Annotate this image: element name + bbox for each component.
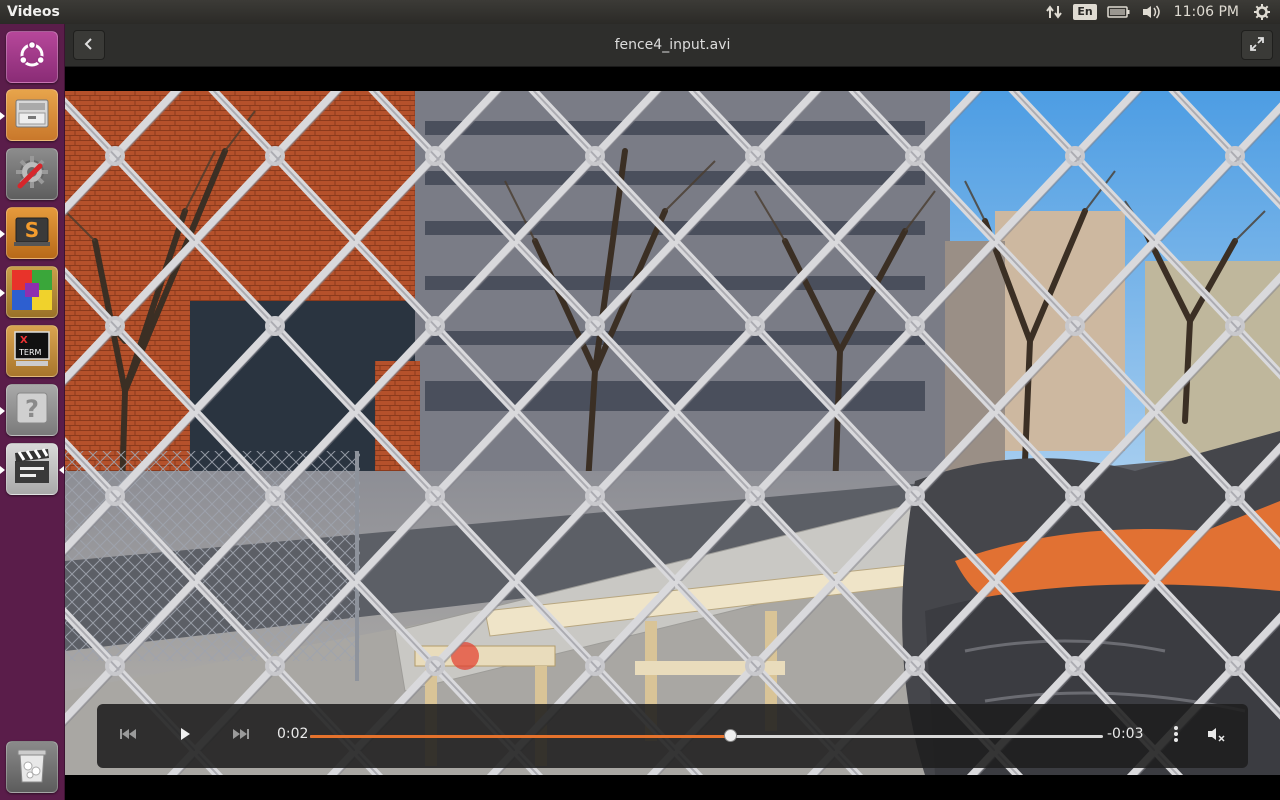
seek-bar-progress	[310, 735, 731, 738]
clapperboard-icon	[12, 447, 52, 491]
settings-wrench-icon	[12, 152, 52, 196]
trash-icon	[15, 746, 49, 788]
fullscreen-icon	[1250, 36, 1264, 55]
seek-bar-handle[interactable]	[724, 729, 738, 742]
volume-muted-icon	[1206, 726, 1226, 746]
network-transfer-icon[interactable]	[1045, 0, 1063, 24]
header-bar: fence4_input.avi	[65, 24, 1280, 67]
xterm-icon: X TERM	[12, 329, 52, 373]
video-frame[interactable]	[65, 91, 1280, 775]
elapsed-time: 0:02	[277, 726, 309, 742]
skip-forward-button[interactable]	[229, 724, 253, 748]
fullscreen-button[interactable]	[1241, 30, 1273, 60]
ubuntu-logo-icon	[15, 38, 49, 76]
app-title: Videos	[7, 4, 60, 20]
launcher-videos[interactable]	[6, 443, 58, 495]
clock[interactable]: 11:06 PM	[1174, 4, 1239, 20]
skip-back-button[interactable]	[116, 724, 140, 748]
launcher-color-app[interactable]	[6, 266, 58, 318]
session-gear-icon[interactable]	[1254, 0, 1270, 24]
launcher-unknown-app[interactable]: ?	[6, 384, 58, 436]
skip-forward-icon	[232, 728, 250, 744]
question-mark-icon: ?	[14, 390, 50, 430]
color-grid-icon	[11, 269, 53, 315]
play-icon	[179, 727, 191, 745]
svg-text:TERM: TERM	[18, 348, 42, 357]
more-options-button[interactable]	[1164, 724, 1188, 748]
svg-text:S: S	[25, 218, 39, 242]
file-title: fence4_input.avi	[614, 37, 731, 53]
keyboard-layout-label: En	[1073, 4, 1097, 20]
play-button[interactable]	[173, 724, 197, 748]
back-button[interactable]	[73, 30, 105, 60]
launcher-files[interactable]	[6, 89, 58, 141]
launcher: S X TERM ?	[0, 24, 65, 800]
file-cabinet-icon	[13, 94, 51, 136]
svg-text:X: X	[20, 335, 28, 346]
volume-icon[interactable]	[1141, 0, 1161, 24]
svg-text:?: ?	[25, 395, 39, 423]
launcher-trash[interactable]	[6, 741, 58, 793]
volume-button[interactable]	[1204, 724, 1228, 748]
playback-controls: 0:02 -0:03	[97, 704, 1248, 768]
sublime-text-icon: S	[13, 212, 51, 254]
chevron-left-icon	[83, 36, 95, 55]
launcher-xterm[interactable]: X TERM	[6, 325, 58, 377]
more-vertical-icon	[1173, 725, 1179, 747]
launcher-ubuntu-dash[interactable]	[6, 31, 58, 83]
battery-icon[interactable]	[1106, 0, 1131, 24]
top-panel: Videos En 11:06 PM	[0, 0, 1280, 24]
keyboard-layout-indicator[interactable]: En	[1073, 0, 1097, 24]
launcher-sublime-text[interactable]: S	[6, 207, 58, 259]
remaining-time: -0:03	[1107, 726, 1144, 742]
skip-back-icon	[119, 728, 137, 744]
seek-bar[interactable]	[310, 729, 1103, 742]
launcher-system-settings[interactable]	[6, 148, 58, 200]
video-image	[65, 91, 1280, 775]
indicator-area: En 11:06 PM	[1040, 0, 1280, 24]
